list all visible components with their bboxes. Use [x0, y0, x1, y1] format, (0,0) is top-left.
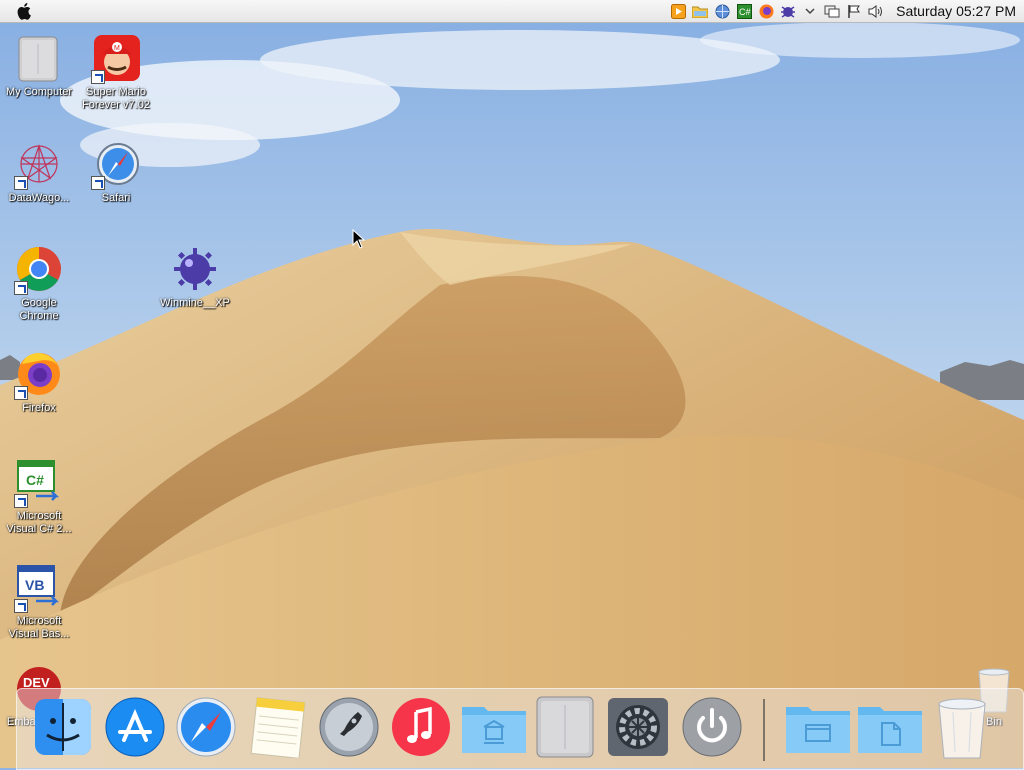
dock-system-preferences[interactable] [606, 695, 670, 763]
svg-text:C#: C# [26, 472, 44, 488]
music-icon [390, 696, 452, 763]
dock-safari[interactable] [174, 695, 238, 763]
super-mario-icon: M [91, 34, 141, 84]
desktop-icon-my-computer[interactable]: My Computer [1, 34, 77, 99]
minesweeper-icon [170, 245, 220, 295]
shortcut-arrow-icon [91, 176, 105, 190]
icon-label: Microsoft Visual Bas... [8, 615, 70, 640]
shortcut-arrow-icon [14, 386, 28, 400]
notes-icon [248, 696, 306, 763]
launchpad-icon [318, 696, 380, 763]
dock-app-store[interactable] [103, 695, 167, 763]
menu-bar: C# Saturday 05:27 PM [0, 0, 1024, 23]
computer-icon [533, 695, 597, 764]
icon-label: Google Chrome [19, 297, 59, 322]
applications-folder-icon [460, 699, 528, 760]
dock-finder[interactable] [31, 695, 95, 763]
desktop-icon-super-mario[interactable]: M Super Mario Forever v7.02 [78, 34, 154, 112]
dock-desktop-folder[interactable] [786, 695, 850, 763]
shortcut-arrow-icon [14, 494, 28, 508]
icon-label: DataWago... [8, 192, 70, 204]
desktop-folder-icon [784, 699, 852, 760]
dock-launchpad[interactable] [317, 695, 381, 763]
dock-trash[interactable] [930, 695, 994, 763]
desktop-icon-visual-basic[interactable]: VB Microsoft Visual Bas... [1, 563, 77, 641]
desktop-icon-firefox[interactable]: Firefox [1, 350, 77, 415]
safari-icon [91, 140, 141, 190]
icon-label: Super Mario Forever v7.02 [82, 86, 150, 111]
dock-documents-folder[interactable] [858, 695, 922, 763]
csharp-icon[interactable]: C# [736, 3, 752, 19]
trash-icon [933, 694, 991, 765]
desktop-icon-google-chrome[interactable]: Google Chrome [1, 245, 77, 323]
shutdown-icon [681, 696, 743, 763]
bug-icon[interactable] [780, 3, 796, 19]
desktop-wallpaper [0, 0, 1024, 768]
desktop-icon-datawago[interactable]: DataWago... [1, 140, 77, 205]
clock[interactable]: Saturday 05:27 PM [896, 3, 1016, 19]
svg-text:C#: C# [739, 7, 751, 17]
dock-separator [763, 699, 765, 761]
visual-csharp-icon: C# [14, 458, 64, 508]
dock-shutdown[interactable] [680, 695, 744, 763]
shortcut-arrow-icon [14, 281, 28, 295]
icon-label: Firefox [22, 402, 56, 414]
desktop-icon-winmine[interactable]: Winmine__XP [157, 245, 233, 310]
safari-icon [175, 696, 237, 763]
network-icon[interactable] [714, 3, 730, 19]
datawago-icon [14, 140, 64, 190]
speaker-icon[interactable] [868, 3, 884, 19]
system-tray: C# Saturday 05:27 PM [670, 3, 1024, 19]
shortcut-arrow-icon [14, 176, 28, 190]
shortcut-arrow-icon [91, 70, 105, 84]
dock-applications-folder[interactable] [462, 695, 526, 763]
dock-computer[interactable] [533, 695, 597, 763]
app-store-icon [104, 696, 166, 763]
flag-icon[interactable] [846, 3, 862, 19]
desktop-icon-safari[interactable]: Safari [78, 140, 154, 205]
media-player-icon[interactable] [670, 3, 686, 19]
dock-music[interactable] [389, 695, 453, 763]
icon-label: Winmine__XP [160, 297, 230, 309]
chevron-down-icon[interactable] [802, 3, 818, 19]
icon-label: My Computer [5, 86, 73, 98]
shortcut-arrow-icon [14, 599, 28, 613]
svg-text:M: M [114, 45, 120, 52]
svg-text:VB: VB [25, 577, 44, 593]
apple-menu-icon[interactable] [14, 0, 36, 22]
computer-icon [14, 34, 64, 84]
icon-label: Microsoft Visual C# 2... [6, 510, 72, 535]
monitor-icon[interactable] [824, 3, 840, 19]
system-preferences-icon [606, 696, 670, 763]
firefox-icon [14, 350, 64, 400]
folder-icon[interactable] [692, 3, 709, 19]
finder-icon [33, 697, 93, 762]
chrome-icon [14, 245, 64, 295]
mouse-cursor-icon [352, 228, 366, 254]
documents-folder-icon [856, 699, 924, 760]
desktop-icon-visual-csharp[interactable]: C# Microsoft Visual C# 2... [1, 458, 77, 536]
dock [16, 688, 1024, 770]
dock-notes[interactable] [245, 695, 309, 763]
visual-basic-icon: VB [14, 563, 64, 613]
icon-label: Safari [101, 192, 131, 204]
firefox-icon[interactable] [758, 3, 774, 19]
